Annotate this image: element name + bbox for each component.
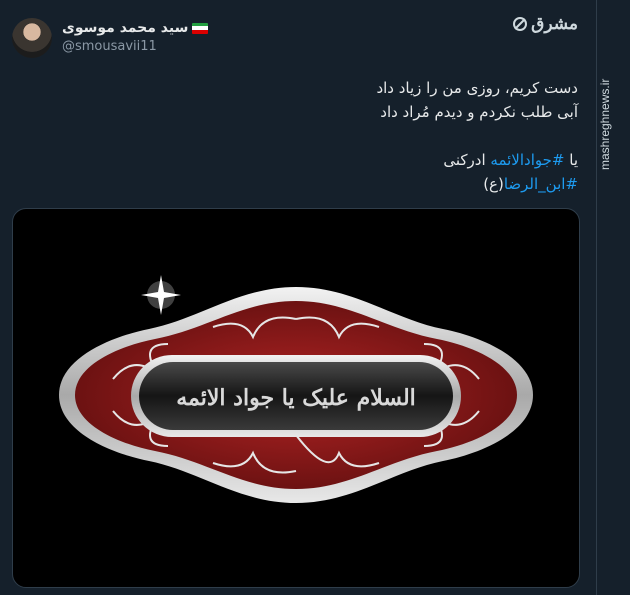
author-name[interactable]: سید محمد موسوی — [62, 20, 188, 36]
brand-logo: مشرق — [512, 14, 578, 34]
name-row: سید محمد موسوی — [62, 20, 209, 36]
hashtag-link[interactable]: #جوادالائمه — [490, 151, 564, 169]
calligraphy-text: السلام علیک یا جواد الائمه — [176, 385, 416, 411]
author-handle[interactable]: @smousavii11 — [62, 39, 208, 54]
brand-logo-icon — [513, 17, 528, 31]
divider — [596, 0, 597, 595]
tweet-text-fragment: (ع) — [483, 175, 504, 193]
tweet-card: سید محمد موسوی @smousavii11 مشرق دست کری… — [0, 0, 596, 595]
tweet-text: دست کریم، روزی من را زیاد داد آبی طلب نک… — [108, 76, 578, 196]
avatar[interactable] — [12, 18, 52, 58]
tweet-line: دست کریم، روزی من را زیاد داد — [376, 79, 578, 97]
sparkle-icon — [141, 275, 181, 315]
hashtag-link[interactable]: #ابن_الرضا — [504, 175, 578, 193]
tweet-image[interactable]: السلام علیک یا جواد الائمه — [12, 208, 580, 588]
tweet-line: یا #جوادالائمه ادرکنی — [108, 148, 578, 172]
tweet-line: #ابن_الرضا(ع) — [108, 172, 578, 196]
tweet-text-fragment: ادرکنی — [443, 151, 491, 169]
calligraphy-banner: السلام علیک یا جواد الائمه — [59, 275, 533, 503]
tweet-text-fragment: یا — [564, 151, 578, 169]
user-info: سید محمد موسوی @smousavii11 — [62, 20, 209, 54]
brand-name: مشرق — [531, 14, 578, 34]
iran-flag-icon — [192, 22, 209, 34]
tweet-line: آبی طلب نکردم و دیدم مُراد داد — [380, 103, 578, 121]
watermark-site: mashreghnews.ir — [598, 78, 612, 170]
